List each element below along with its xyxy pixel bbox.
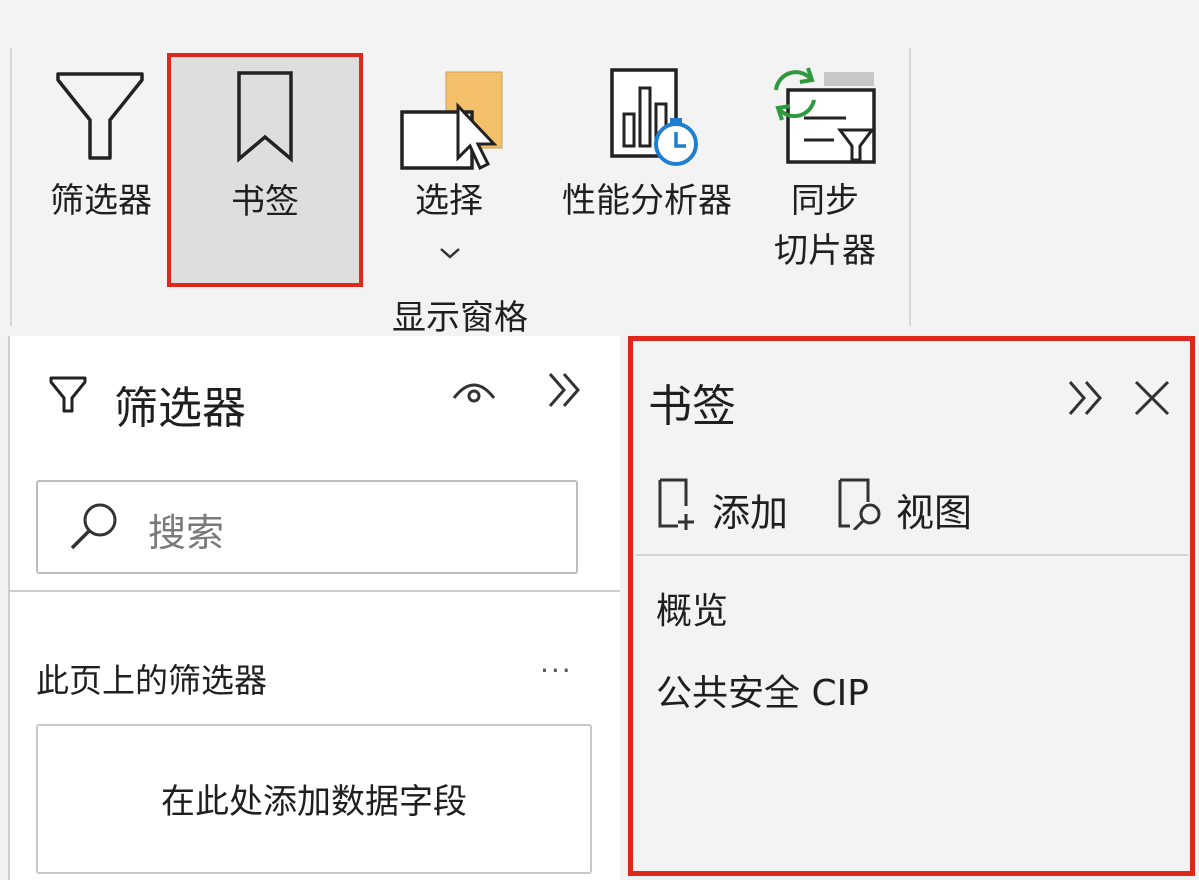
performance-analyzer-icon <box>610 68 698 166</box>
divider <box>8 590 620 592</box>
ribbon-divider <box>10 48 12 326</box>
bookmarks-pane-title: 书签 <box>648 381 736 432</box>
selection-icon <box>400 71 503 171</box>
eye-icon[interactable] <box>450 376 498 406</box>
search-placeholder: 搜索 <box>148 511 225 555</box>
sync-slicers-ribbon-label-2: 切片器 <box>774 231 876 271</box>
collapse-pane-icon[interactable] <box>546 370 586 410</box>
bookmarks-ribbon-label: 书签 <box>231 182 299 222</box>
funnel-icon <box>56 72 144 160</box>
bookmark-icon <box>237 71 293 163</box>
selection-ribbon-button[interactable]: 选择 <box>384 56 514 286</box>
performance-analyzer-ribbon-label: 性能分析器 <box>562 181 732 221</box>
view-bookmark-icon <box>838 478 881 530</box>
add-bookmark-button[interactable]: 添加 <box>654 474 794 535</box>
filters-pane-title: 筛选器 <box>114 383 246 434</box>
collapse-pane-icon[interactable] <box>1066 378 1110 418</box>
view-bookmarks-button[interactable]: 视图 <box>836 474 986 535</box>
close-icon[interactable] <box>1132 378 1172 418</box>
view-bookmark-label: 视图 <box>896 491 973 535</box>
divider <box>636 554 1188 556</box>
filters-ribbon-label: 筛选器 <box>50 181 152 221</box>
filters-ribbon-button[interactable]: 筛选器 <box>36 56 166 284</box>
funnel-icon <box>49 376 87 413</box>
show-panes-group-label: 显示窗格 <box>392 298 528 338</box>
ribbon-divider <box>909 48 911 326</box>
sync-slicers-ribbon-button[interactable]: 同步 切片器 <box>760 56 890 276</box>
filters-on-page-heading: 此页上的筛选器 <box>36 661 267 700</box>
field-drop-zone-label: 在此处添加数据字段 <box>161 782 467 822</box>
more-options-button[interactable]: ··· <box>540 654 573 687</box>
bookmarks-ribbon-button[interactable]: 书签 <box>167 53 363 287</box>
selection-ribbon-label: 选择 <box>415 181 483 221</box>
bookmark-item[interactable]: 概览 <box>656 582 728 634</box>
performance-analyzer-ribbon-button[interactable]: 性能分析器 <box>550 56 744 226</box>
search-icon <box>70 503 117 550</box>
chevron-down-icon <box>440 248 460 259</box>
add-bookmark-label: 添加 <box>712 491 789 535</box>
sync-slicers-ribbon-label: 同步 <box>791 181 859 221</box>
bookmark-item[interactable]: 公共安全 CIP <box>656 664 869 716</box>
add-bookmark-icon <box>658 478 694 530</box>
sync-slicers-icon <box>774 67 876 164</box>
